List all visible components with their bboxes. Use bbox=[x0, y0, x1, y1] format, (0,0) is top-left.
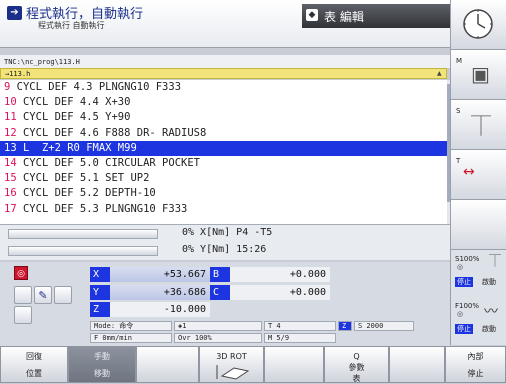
program-line-active[interactable]: 13 L Z+2 R0 FMAX M99 bbox=[0, 140, 447, 156]
program-line[interactable]: 12 CYCL DEF 4.6 F888 DR- RADIUS8 bbox=[0, 126, 447, 141]
tool-info: T 4 bbox=[264, 321, 336, 331]
collapse-arrow-icon[interactable]: ▲ bbox=[437, 70, 442, 77]
x-progress-bar bbox=[8, 229, 158, 239]
mode-subtitle: 程式執行 自動執行 bbox=[38, 21, 105, 30]
softkey-3d-rot[interactable]: 3D ROT bbox=[199, 346, 264, 383]
reference-icon[interactable]: ◎ bbox=[14, 266, 28, 280]
axis-label: Y bbox=[90, 285, 110, 300]
program-run-icon: ➔ bbox=[7, 6, 22, 20]
m-letter: M bbox=[456, 57, 463, 65]
pen-icon[interactable]: ✎ bbox=[34, 286, 52, 304]
override-info: Ovr 100% bbox=[174, 333, 262, 343]
override-dial-icon[interactable]: ◎ bbox=[457, 310, 463, 318]
feed-wave-icon: 〰 bbox=[484, 304, 498, 320]
f-start-button[interactable]: 啟動 bbox=[482, 324, 496, 334]
axis-label: C bbox=[210, 285, 230, 300]
softkey-disabled[interactable] bbox=[389, 346, 445, 383]
program-path: TNC:\nc_prog\113.H bbox=[0, 55, 450, 68]
program-line[interactable]: 17 CYCL DEF 5.3 PLNGNG10 F333 bbox=[0, 202, 447, 217]
s-stop-button[interactable]: 停止 bbox=[455, 277, 473, 287]
softkey-restore-position[interactable]: 回復 位置 bbox=[0, 346, 68, 383]
f-override-label: F100% bbox=[455, 302, 480, 310]
axis-label: X bbox=[90, 267, 110, 282]
empty-side-button[interactable] bbox=[451, 200, 506, 250]
clock-icon bbox=[463, 9, 493, 39]
spindle-button[interactable]: S ⏉ bbox=[451, 100, 506, 150]
s-start-button[interactable]: 啟動 bbox=[482, 277, 496, 287]
s-override-label: S100% bbox=[455, 255, 480, 263]
program-line[interactable]: 9 CYCL DEF 4.3 PLNGNG10 F333 bbox=[0, 80, 447, 95]
tool-axis-info: Z bbox=[338, 321, 352, 331]
feed-info: F 0mm/min bbox=[90, 333, 172, 343]
axis-value: +53.667 bbox=[110, 267, 210, 282]
axis-value: +36.686 bbox=[110, 285, 210, 300]
edit-mode-icon: ◆ bbox=[306, 9, 318, 21]
softkey-disabled[interactable] bbox=[264, 346, 324, 383]
softkey-empty[interactable] bbox=[136, 346, 199, 383]
tool-change-icon: ↔ bbox=[463, 164, 475, 180]
program-line[interactable]: 11 CYCL DEF 4.5 Y+90 bbox=[0, 110, 447, 125]
program-line[interactable]: 14 CYCL DEF 5.0 CIRCULAR POCKET bbox=[0, 156, 447, 171]
edit-mode-tab[interactable]: 表 編輯 bbox=[302, 4, 450, 28]
3d-rotation-icon bbox=[216, 365, 249, 380]
mode-info: Mode: 命令 bbox=[90, 321, 172, 331]
tool-button[interactable]: T ↔ bbox=[451, 150, 506, 200]
spindle-small-icon: ⏉ bbox=[489, 254, 502, 268]
axis-label: Z bbox=[90, 302, 110, 317]
s-letter: S bbox=[456, 107, 461, 115]
feed-override-panel: F100% ◎ 〰 停止 啟動 bbox=[451, 297, 506, 345]
softkey-manual-move[interactable]: 手動 移動 bbox=[68, 346, 136, 383]
status-row-1: 0% X[Nm] P4 -T5 bbox=[182, 227, 273, 238]
status-row-2: 0% Y[Nm] 15:26 bbox=[182, 244, 267, 255]
m-function-info: M 5/9 bbox=[264, 333, 336, 343]
m-function-icon: ▣ bbox=[471, 62, 490, 86]
axis-value: +0.000 bbox=[230, 267, 330, 282]
y-progress-bar bbox=[8, 246, 158, 256]
axis-value: +0.000 bbox=[230, 285, 330, 300]
control-button-3[interactable] bbox=[54, 286, 72, 304]
softkey-q-parameter-table[interactable]: Q 參數表 bbox=[324, 346, 389, 383]
softkey-internal-stop[interactable]: 內部 停止 bbox=[445, 346, 506, 383]
program-line[interactable]: 15 CYCL DEF 5.1 SET UP2 bbox=[0, 171, 447, 186]
spindle-info: S 2000 bbox=[354, 321, 414, 331]
tool-index-info: ◈1 bbox=[174, 321, 262, 331]
axis-value: -10.000 bbox=[110, 302, 210, 317]
file-marker: →113.h bbox=[0, 68, 447, 79]
spindle-override-panel: S100% ◎ ⏉ 停止 啟動 bbox=[451, 250, 506, 295]
program-line[interactable]: 10 CYCL DEF 4.4 X+30 bbox=[0, 95, 447, 110]
control-button-1[interactable] bbox=[14, 286, 32, 304]
program-line[interactable]: 16 CYCL DEF 5.2 DEPTH-10 bbox=[0, 186, 447, 201]
f-stop-button[interactable]: 停止 bbox=[455, 324, 473, 334]
spindle-icon: ⏉ bbox=[471, 114, 491, 138]
program-list[interactable]: 9 CYCL DEF 4.3 PLNGNG10 F333 10 CYCL DEF… bbox=[0, 80, 447, 224]
m-function-button[interactable]: M ▣ bbox=[451, 50, 506, 100]
clock-button[interactable] bbox=[451, 0, 506, 50]
t-letter: T bbox=[456, 157, 461, 165]
override-dial-icon[interactable]: ◎ bbox=[457, 263, 463, 271]
control-button-4[interactable] bbox=[14, 306, 32, 324]
axis-label: B bbox=[210, 267, 230, 282]
